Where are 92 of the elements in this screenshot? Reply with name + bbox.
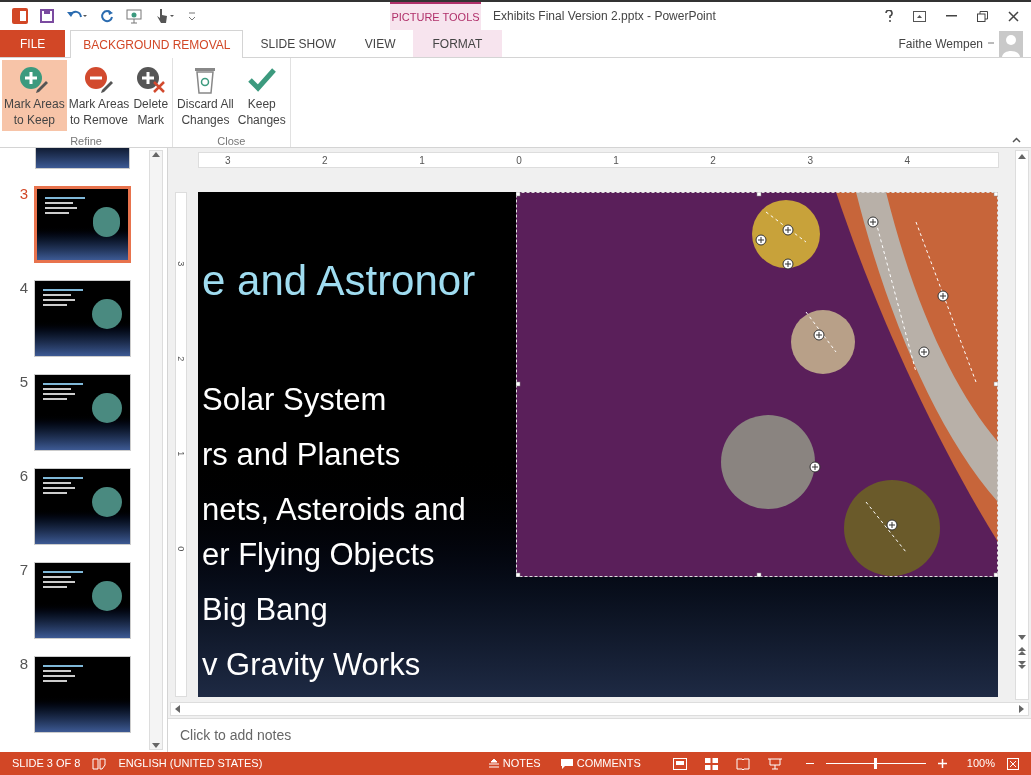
ruler-number: 0 xyxy=(516,153,522,168)
slide-number: 4 xyxy=(18,280,29,296)
ribbon-tab[interactable]: FILE xyxy=(0,30,66,57)
ruler-number: 3 xyxy=(175,261,188,267)
user-name[interactable]: Faithe Wempen xyxy=(898,34,983,53)
ruler-number: 3 xyxy=(225,153,231,168)
comment-icon xyxy=(560,758,573,769)
ruler-number: 1 xyxy=(175,451,188,457)
horizontal-scrollbar[interactable] xyxy=(170,702,1029,716)
restore-icon[interactable] xyxy=(977,10,988,22)
ruler-number: 2 xyxy=(710,153,716,168)
fit-slide-icon[interactable] xyxy=(1007,757,1019,770)
slide-number: 3 xyxy=(18,186,29,202)
zoom-slider[interactable] xyxy=(825,758,926,769)
slide-bullet-text: Big Bang xyxy=(202,592,329,627)
zoom-thumb[interactable] xyxy=(873,758,877,769)
vertical-scrollbar[interactable] xyxy=(149,150,163,750)
slide-thumbnail[interactable] xyxy=(34,280,131,357)
redo-icon[interactable] xyxy=(100,9,114,23)
notes-placeholder: Click to add notes xyxy=(180,726,292,745)
ribbon-tab[interactable]: FORMAT xyxy=(412,30,503,57)
slide-bullet-text: nets, Asteroids and xyxy=(202,492,467,527)
scroll-down-icon[interactable] xyxy=(152,743,160,749)
collapse-ribbon-icon[interactable] xyxy=(1012,137,1021,143)
scroll-right-icon[interactable] xyxy=(1019,705,1025,713)
slide-sorter-icon[interactable] xyxy=(704,757,718,770)
window-title: Exhibits Final Version 2.pptx - PowerPoint xyxy=(493,8,716,25)
language-indicator[interactable]: ENGLISH (UNITED STATES) xyxy=(118,755,263,772)
slide-number: 7 xyxy=(18,562,29,578)
scroll-left-icon[interactable] xyxy=(174,705,180,713)
scroll-down-icon[interactable] xyxy=(1018,635,1026,641)
notes-pane[interactable]: Click to add notes xyxy=(168,718,1031,752)
ribbon-button[interactable]: Discard All Changes xyxy=(175,60,236,131)
zoom-out-icon[interactable] xyxy=(805,762,814,765)
scroll-up-icon[interactable] xyxy=(152,151,160,157)
reading-view-icon[interactable] xyxy=(735,757,750,770)
notes-button[interactable]: NOTES xyxy=(488,755,541,772)
touch-mode-icon[interactable] xyxy=(154,8,176,24)
slide-number: 5 xyxy=(18,374,29,390)
zoom-level[interactable]: 100% xyxy=(966,755,995,772)
slide-number: 6 xyxy=(18,468,29,484)
ruler-number: 3 xyxy=(807,153,813,168)
slide-thumbnail[interactable] xyxy=(34,562,131,639)
ruler-number: 0 xyxy=(175,546,188,552)
minus-pencil-icon xyxy=(84,66,115,94)
ruler-number: 4 xyxy=(904,153,910,168)
ribbon-button[interactable]: Mark Areas to Remove xyxy=(66,60,132,131)
slide-thumbnail[interactable] xyxy=(34,186,131,263)
slide-bullet-text: v Gravity Works xyxy=(202,647,422,682)
ribbon-button[interactable]: Delete Mark xyxy=(131,60,171,131)
customize-menu-icon[interactable] xyxy=(188,11,196,21)
contextual-group-label: PICTURE TOOLS xyxy=(390,2,481,30)
zoom-in-icon[interactable] xyxy=(937,759,947,768)
slide-counter: SLIDE 3 OF 8 xyxy=(12,756,81,772)
ribbon-tab[interactable]: BACKGROUND REMOVAL xyxy=(70,30,244,58)
slide-number: 8 xyxy=(18,656,29,672)
group-label: Refine xyxy=(70,134,102,149)
ribbon-button[interactable]: Mark Areas to Keep xyxy=(2,60,67,131)
next-slide-icon[interactable] xyxy=(1018,661,1026,669)
scroll-up-icon[interactable] xyxy=(1018,153,1026,159)
slide-show-icon[interactable] xyxy=(767,757,782,770)
app-logo-icon[interactable] xyxy=(12,8,28,24)
slide-title: e and Astronor xyxy=(202,258,477,304)
slide-thumbnail[interactable] xyxy=(34,468,131,545)
slide-bullet-text: Solar System xyxy=(202,382,388,417)
save-icon[interactable] xyxy=(40,9,54,23)
ribbon-display-icon[interactable] xyxy=(913,10,926,22)
help-icon[interactable] xyxy=(885,10,893,22)
slide-bullet-text: er Flying Objects xyxy=(202,537,436,572)
plus-x-icon xyxy=(135,66,166,94)
ruler-number: 1 xyxy=(613,153,619,168)
slide-thumbnail[interactable] xyxy=(34,656,131,733)
ribbon-button[interactable]: Keep Changes xyxy=(235,60,288,131)
vertical-scrollbar[interactable] xyxy=(1015,150,1029,700)
close-icon[interactable] xyxy=(1008,10,1019,22)
ruler-number: 2 xyxy=(175,356,188,362)
ribbon-tab[interactable]: SLIDE SHOW xyxy=(248,30,348,57)
ruler-number: 1 xyxy=(419,153,425,168)
normal-view-icon[interactable] xyxy=(672,757,687,770)
ruler-number: 2 xyxy=(322,153,328,168)
ribbon-tab[interactable]: VIEW xyxy=(352,30,408,57)
slide-bullet-text: rs and Planets xyxy=(202,437,402,472)
plus-pencil-icon xyxy=(19,66,50,94)
previous-slide-icon[interactable] xyxy=(1018,647,1026,655)
minimize-icon[interactable] xyxy=(946,15,957,17)
comments-button[interactable]: COMMENTS xyxy=(560,755,641,772)
checkmark-icon xyxy=(246,66,277,94)
notes-icon xyxy=(488,759,499,768)
slide-thumbnail[interactable] xyxy=(34,374,131,451)
group-label: Close xyxy=(217,134,246,149)
spell-check-icon[interactable] xyxy=(92,757,107,770)
slideshow-icon[interactable] xyxy=(126,8,142,24)
